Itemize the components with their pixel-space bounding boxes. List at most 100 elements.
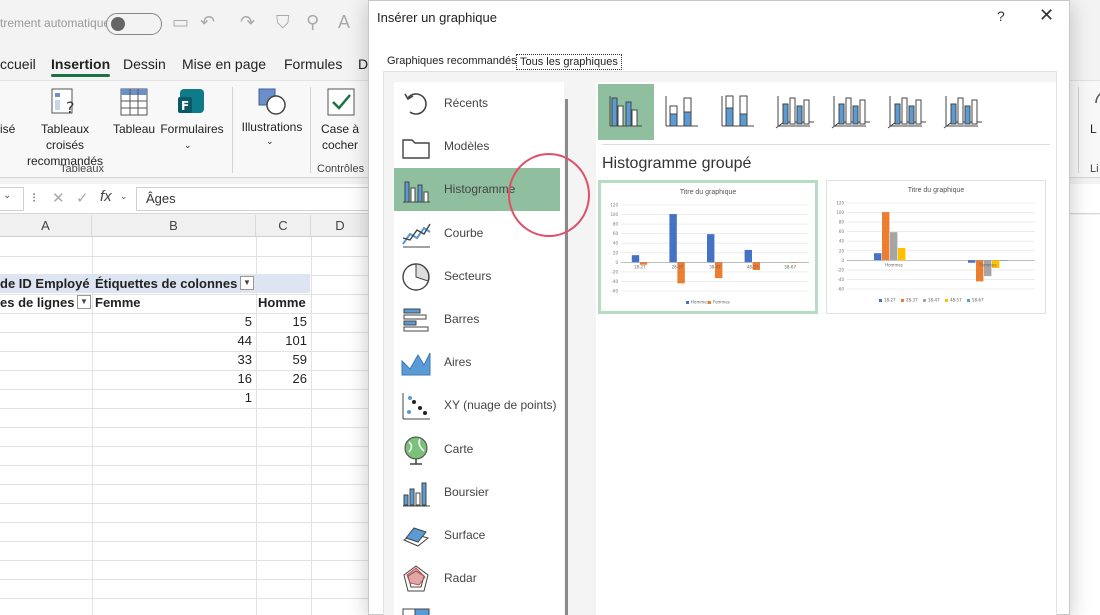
tableaux-croises-recommandes-button[interactable]: Tableaux croisés recommandés bbox=[22, 121, 108, 169]
case-a-cocher-button[interactable]: Case à cocher bbox=[318, 121, 362, 153]
tableau-button[interactable]: Tableau bbox=[113, 121, 155, 137]
pivot-cell-femme[interactable]: 44 bbox=[192, 333, 252, 348]
dialog-title: Insérer un graphique bbox=[377, 10, 497, 25]
tab-accueil[interactable]: ccueil bbox=[0, 56, 36, 72]
pivot-cell-homme[interactable]: 59 bbox=[247, 352, 307, 367]
ribbon-partial-button[interactable]: isé bbox=[0, 121, 15, 137]
pie-chart-icon bbox=[402, 263, 430, 291]
preview-bar bbox=[882, 212, 890, 261]
row-filter-dropdown-icon[interactable]: ▼ bbox=[77, 295, 91, 309]
preview-y-tick: -20 bbox=[837, 267, 844, 272]
column-filter-dropdown-icon[interactable]: ▼ bbox=[240, 276, 254, 290]
checkbox-icon bbox=[327, 88, 355, 116]
save-icon[interactable]: ▭ bbox=[172, 12, 189, 33]
chart-type-item[interactable]: Secteurs bbox=[394, 255, 560, 298]
chart-type-item[interactable]: Récents bbox=[394, 82, 560, 125]
pivot-cell-femme[interactable]: 5 bbox=[192, 314, 252, 329]
pivot-cell-femme[interactable]: 16 bbox=[192, 371, 252, 386]
grid-line bbox=[0, 465, 370, 466]
autosave-toggle[interactable] bbox=[106, 13, 162, 35]
column-header-b[interactable]: B bbox=[92, 215, 256, 237]
chart-type-item[interactable]: Aires bbox=[394, 341, 560, 384]
ribbon-right-partial-button[interactable]: L bbox=[1090, 121, 1097, 137]
preview-bar bbox=[890, 232, 898, 261]
pivot-cell-femme[interactable]: 1 bbox=[192, 390, 252, 405]
3d-column-icon[interactable] bbox=[934, 84, 990, 140]
pivot-row-labels: es de lignes bbox=[0, 295, 75, 310]
tab-donnees[interactable]: D bbox=[358, 56, 368, 72]
radar-chart-icon bbox=[403, 565, 429, 592]
column-header-a[interactable]: A bbox=[0, 215, 92, 237]
treemap-icon bbox=[402, 608, 430, 615]
tab-graphiques-recommandes[interactable]: Graphiques recommandés bbox=[384, 54, 520, 68]
preview-legend-label: 38-47 bbox=[928, 298, 940, 303]
font-color-icon[interactable]: A bbox=[338, 12, 350, 33]
name-box[interactable]: ⌄ bbox=[0, 187, 24, 211]
close-icon[interactable]: ✕ bbox=[1039, 5, 1054, 26]
illustrations-dropdown-icon[interactable]: ⌄ bbox=[266, 133, 274, 149]
grid-line bbox=[0, 332, 370, 333]
undo-icon[interactable]: ↶ bbox=[200, 12, 215, 33]
svg-text:F: F bbox=[181, 99, 189, 113]
chart-type-item[interactable]: Barres bbox=[394, 298, 560, 341]
3d-stacked-100-column-icon[interactable] bbox=[878, 84, 934, 140]
pivot-cell-femme[interactable]: 33 bbox=[192, 352, 252, 367]
column-chart-icon bbox=[403, 181, 430, 203]
preview-legend-swatch bbox=[923, 299, 926, 302]
column-header-d[interactable]: D bbox=[311, 215, 370, 237]
chart-type-item[interactable]: Surface bbox=[394, 514, 560, 557]
formula-value: Âges bbox=[146, 191, 176, 206]
preview-y-tick: 120 bbox=[836, 201, 844, 206]
insert-function-icon[interactable]: fx bbox=[100, 188, 112, 205]
help-icon[interactable]: ? bbox=[997, 8, 1005, 24]
function-dropdown-icon[interactable]: ⌄ bbox=[120, 191, 128, 202]
preview-category-label: 58-67 bbox=[784, 264, 796, 269]
group-controles-label: Contrôles bbox=[317, 163, 365, 175]
chart-type-item[interactable]: XY (nuage de points) bbox=[394, 384, 560, 427]
stacked-100-column-icon[interactable] bbox=[710, 84, 766, 140]
3d-stacked-100-column-icon bbox=[887, 96, 926, 129]
filter-clear-icon[interactable]: ⛉ bbox=[276, 12, 290, 33]
chart-type-item[interactable] bbox=[394, 600, 560, 615]
redo-icon[interactable]: ↷ bbox=[240, 12, 255, 33]
grid-line bbox=[0, 446, 370, 447]
preview-y-tick: 0 bbox=[615, 260, 618, 265]
chart-variant-title: Histogramme groupé bbox=[602, 155, 752, 172]
chart-type-item[interactable]: Boursier bbox=[394, 471, 560, 514]
formulaires-dropdown-icon[interactable]: ⌄ bbox=[184, 137, 192, 153]
3d-clustered-column-icon[interactable] bbox=[766, 84, 822, 140]
cancel-icon[interactable]: ✕ bbox=[52, 189, 65, 207]
chart-type-item[interactable]: Carte bbox=[394, 428, 560, 471]
pivot-cell-homme[interactable]: 26 bbox=[247, 371, 307, 386]
tab-insertion[interactable]: Insertion bbox=[51, 56, 111, 77]
pivot-cell-homme[interactable]: 15 bbox=[247, 314, 307, 329]
format-painter-icon[interactable]: ⚲ bbox=[306, 12, 319, 33]
clustered-column-icon bbox=[609, 96, 642, 127]
enter-icon[interactable]: ✓ bbox=[76, 189, 89, 207]
preview-y-tick: -60 bbox=[611, 289, 618, 294]
grid-line bbox=[0, 351, 370, 352]
tab-formules[interactable]: Formules bbox=[284, 56, 342, 72]
grid-line bbox=[0, 484, 370, 485]
column-header-c[interactable]: C bbox=[256, 215, 311, 237]
chart-preview-clustered[interactable]: 120 100 80 60 40 20 0 -20 -40 -60 18-27 28-37 38-47 4… bbox=[598, 180, 818, 314]
tab-dessin[interactable]: Dessin bbox=[123, 56, 166, 72]
chart-preview-clustered-switched[interactable]: 120 100 80 60 40 20 0 -20 -40 -60 Hommes Femmes 18-2… bbox=[826, 180, 1046, 314]
ribbon-divider bbox=[1078, 87, 1079, 173]
chart-type-item[interactable]: Radar bbox=[394, 557, 560, 600]
grid-line bbox=[0, 427, 370, 428]
pivot-cell-homme[interactable]: 101 bbox=[247, 333, 307, 348]
tab-tous-les-graphiques[interactable]: Tous les graphiques bbox=[516, 54, 622, 70]
preview-y-tick: -60 bbox=[837, 287, 844, 292]
stacked-column-icon[interactable] bbox=[654, 84, 710, 140]
formulaires-button[interactable]: Formulaires bbox=[158, 121, 226, 137]
chart-type-label: Courbe bbox=[444, 225, 484, 240]
preview-y-tick: 20 bbox=[839, 248, 845, 253]
preview-category-label: 18-27 bbox=[634, 264, 646, 269]
preview-y-tick: 20 bbox=[613, 250, 619, 255]
tab-mise-en-page[interactable]: Mise en page bbox=[182, 56, 266, 72]
preview-legend-label: 18-27 bbox=[884, 298, 896, 303]
clustered-column-icon[interactable] bbox=[598, 84, 654, 140]
3d-stacked-column-icon[interactable] bbox=[822, 84, 878, 140]
preview-bar bbox=[968, 260, 976, 263]
